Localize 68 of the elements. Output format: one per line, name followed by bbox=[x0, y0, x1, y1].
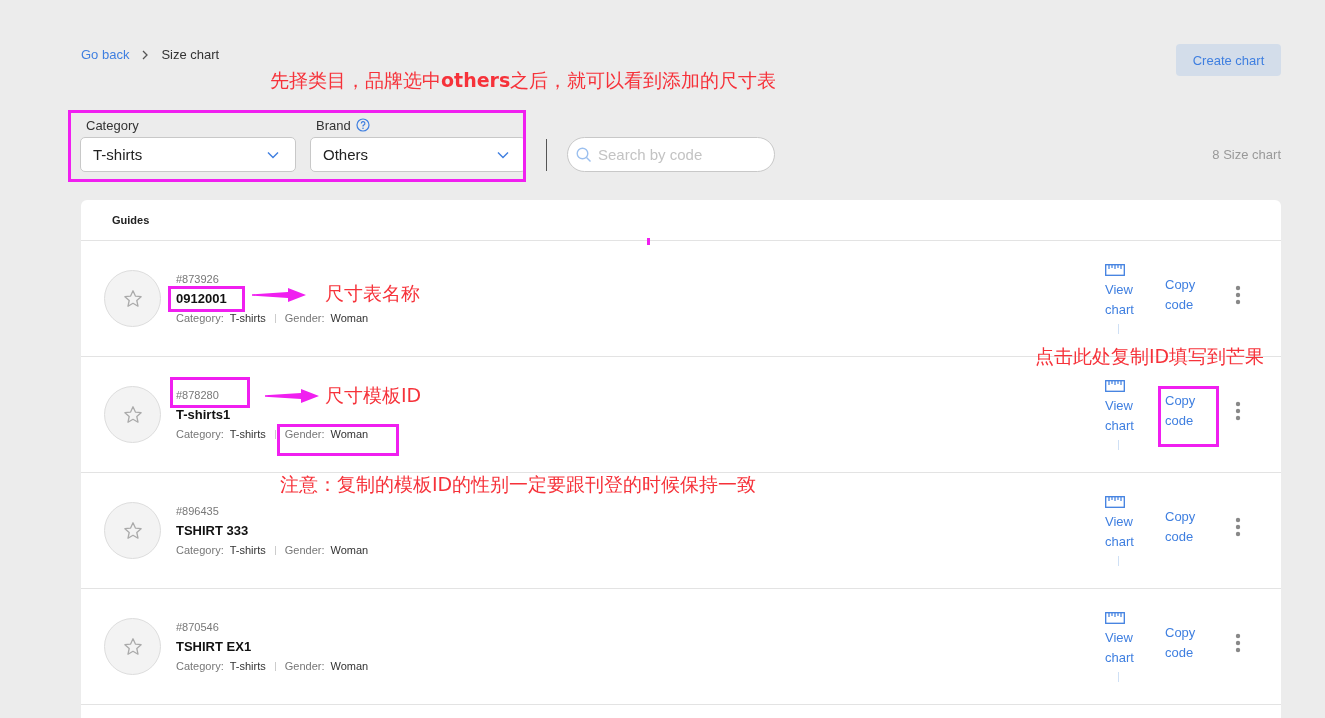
meta-value: Woman bbox=[330, 428, 369, 440]
annotation-text: 注意：复制的模板ID的性别一定要跟刊登的时候保持一致 bbox=[280, 472, 757, 497]
arrow-drawing bbox=[265, 389, 319, 403]
copy-code-link[interactable]: Copy code bbox=[1165, 623, 1197, 663]
meta-label: Category: bbox=[176, 428, 224, 440]
go-back-link[interactable]: Go back bbox=[81, 47, 130, 62]
annotation-text: 尺寸模板ID bbox=[325, 383, 422, 408]
chevron-down-icon bbox=[497, 150, 509, 159]
more-options-icon[interactable] bbox=[1235, 633, 1241, 653]
arrow-drawing bbox=[252, 288, 306, 302]
ruler-icon bbox=[1105, 263, 1125, 276]
view-chart-link[interactable]: View chart bbox=[1105, 395, 1137, 436]
meta-value: Woman bbox=[330, 312, 369, 324]
copy-code-link[interactable]: Copy code bbox=[1165, 391, 1197, 431]
pointer-mark bbox=[647, 238, 650, 245]
meta-value: Woman bbox=[330, 544, 369, 556]
meta-label: Gender: bbox=[284, 660, 325, 672]
filter-label: Brand bbox=[316, 117, 351, 133]
meta-value: Woman bbox=[330, 660, 369, 672]
more-options-icon[interactable] bbox=[1235, 285, 1241, 305]
star-icon[interactable] bbox=[122, 636, 143, 657]
view-chart-link[interactable]: View chart bbox=[1105, 511, 1137, 552]
create-chart-button[interactable]: Create chart bbox=[1176, 44, 1281, 76]
view-chart-link[interactable]: View chart bbox=[1105, 279, 1137, 320]
meta-value: T-shirts bbox=[229, 660, 266, 672]
view-chart-link[interactable]: View chart bbox=[1105, 627, 1137, 668]
chevron-down-icon bbox=[267, 150, 279, 159]
meta-label: Category: bbox=[176, 312, 224, 324]
chevron-right-icon bbox=[141, 49, 150, 60]
column-header: Guides bbox=[112, 214, 150, 226]
dropdown-select[interactable]: T-shirts bbox=[80, 137, 296, 172]
search-field[interactable]: Search by code bbox=[567, 137, 775, 172]
chart-id: #873926 bbox=[176, 273, 219, 285]
search-icon bbox=[576, 147, 592, 163]
meta-value: T-shirts bbox=[229, 312, 266, 324]
chart-name: TSHIRT 333 bbox=[176, 523, 249, 538]
meta-label: Category: bbox=[176, 660, 224, 672]
chart-id: #870546 bbox=[176, 621, 219, 633]
chart-id: #896435 bbox=[176, 505, 219, 517]
ruler-icon bbox=[1105, 611, 1125, 624]
more-options-icon[interactable] bbox=[1235, 401, 1241, 421]
meta-label: Category: bbox=[176, 544, 224, 556]
ruler-icon bbox=[1105, 495, 1125, 508]
highlight-box bbox=[1158, 386, 1219, 447]
chart-id: #878280 bbox=[176, 389, 219, 401]
annotation-text: 点击此处复制ID填写到芒果 bbox=[1035, 344, 1265, 369]
dropdown-select[interactable]: Others bbox=[310, 137, 526, 172]
copy-code-link[interactable]: Copy code bbox=[1165, 507, 1197, 547]
annotation-text: 尺寸表名称 bbox=[325, 281, 420, 306]
meta-value: T-shirts bbox=[229, 544, 266, 556]
breadcrumb-current: Size chart bbox=[161, 47, 220, 62]
more-options-icon[interactable] bbox=[1235, 517, 1241, 537]
meta-label: Gender: bbox=[284, 312, 325, 324]
chart-name: T-shirts1 bbox=[176, 407, 231, 422]
star-icon[interactable] bbox=[122, 404, 143, 425]
meta-value: T-shirts bbox=[229, 428, 266, 440]
star-icon[interactable] bbox=[122, 520, 143, 541]
meta-label: Gender: bbox=[284, 544, 325, 556]
chart-name: TSHIRT EX1 bbox=[176, 639, 252, 654]
star-icon[interactable] bbox=[122, 288, 143, 309]
meta-label: Gender: bbox=[284, 428, 325, 440]
filter-label: Category bbox=[86, 117, 139, 133]
chart-name: 0912001 bbox=[176, 291, 227, 306]
result-count: 8 Size chart bbox=[1212, 147, 1281, 162]
copy-code-link[interactable]: Copy code bbox=[1165, 275, 1197, 315]
annotation-text: 先择类目，品牌选中others之后，就可以看到添加的尺寸表 bbox=[270, 68, 777, 93]
ruler-icon bbox=[1105, 379, 1125, 392]
help-icon[interactable] bbox=[355, 118, 370, 132]
